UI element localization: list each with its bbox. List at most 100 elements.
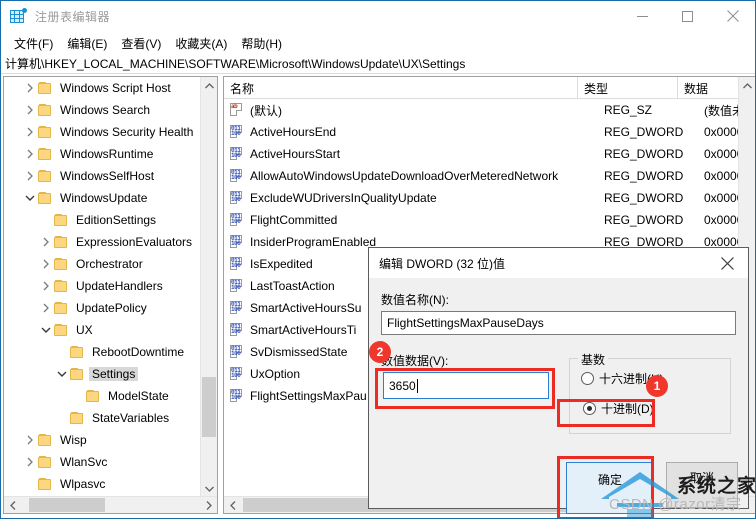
maximize-button[interactable] <box>665 1 710 32</box>
tree-item-label: Orchestrator <box>76 257 143 271</box>
tree-leaf-spacer <box>38 209 54 231</box>
tree-item-label: EditionSettings <box>76 213 157 227</box>
annotation-badge-2: 2 <box>369 341 391 363</box>
registry-tree-pane: Windows Script Host Windows Search Windows… <box>3 76 218 514</box>
tree-item-wlansvc[interactable]: WlanSvc <box>4 451 201 473</box>
tree-item-label: WlanSvc <box>60 455 108 469</box>
dword-value-icon: 011 100 <box>230 125 242 138</box>
chevron-right-icon[interactable] <box>38 253 54 275</box>
tree-scroll-up-icon[interactable] <box>201 77 217 94</box>
registry-value-row[interactable]: 011 100 FlightCommitted REG_DWORD 0x0000 <box>224 209 755 231</box>
folder-icon <box>38 148 52 160</box>
tree-item-settings[interactable]: Settings <box>4 363 201 385</box>
tree-item-label: ExpressionEvaluators <box>76 235 193 249</box>
folder-icon <box>38 478 52 490</box>
chevron-right-icon[interactable] <box>38 231 54 253</box>
tree-item-label: UX <box>76 323 93 337</box>
tree-hscroll-thumb[interactable] <box>29 497 105 512</box>
tree-item-wisp[interactable]: Wisp <box>4 429 201 451</box>
tree-item-windowsruntime[interactable]: WindowsRuntime <box>4 143 201 165</box>
list-scroll-up-icon[interactable] <box>739 77 755 94</box>
chevron-right-icon[interactable] <box>38 275 54 297</box>
chevron-down-icon[interactable] <box>38 319 54 341</box>
menu-bar: 文件(F) 编辑(E) 查看(V) 收藏夹(A) 帮助(H) <box>1 32 755 54</box>
menu-help[interactable]: 帮助(H) <box>234 33 289 54</box>
tree-item-ux[interactable]: UX <box>4 319 201 341</box>
tree-item-label: WindowsUpdate <box>60 191 148 205</box>
value-data-input[interactable]: 3650 <box>383 372 549 399</box>
list-column-headers: 名称 类型 数据 <box>224 77 755 99</box>
tree-scroll-left-icon[interactable] <box>4 497 21 514</box>
column-header-type[interactable]: 类型 <box>578 77 678 99</box>
menu-edit[interactable]: 编辑(E) <box>60 33 114 54</box>
registry-value-row[interactable]: ab (默认) REG_SZ (数值未 <box>224 99 755 121</box>
tree-item-windowsselfhost[interactable]: WindowsSelfHost <box>4 165 201 187</box>
registry-path: 计算机\HKEY_LOCAL_MACHINE\SOFTWARE\Microsof… <box>5 57 466 71</box>
chevron-right-icon[interactable] <box>22 165 38 187</box>
chevron-right-icon[interactable] <box>22 143 38 165</box>
registry-value-row[interactable]: 011 100 ActiveHoursStart REG_DWORD 0x0000 <box>224 143 755 165</box>
chevron-down-icon[interactable] <box>22 187 38 209</box>
folder-icon <box>54 214 68 226</box>
tree-scroll-thumb[interactable] <box>202 377 216 437</box>
folder-icon <box>54 280 68 292</box>
tree-item-windowsupdate[interactable]: WindowsUpdate <box>4 187 201 209</box>
tree-item-updatepolicy[interactable]: UpdatePolicy <box>4 297 201 319</box>
dword-value-icon: 011 100 <box>230 367 242 380</box>
value-type-cell: REG_DWORD <box>604 125 684 139</box>
dword-value-icon: 011 100 <box>230 323 242 336</box>
tree-vertical-scrollbar[interactable] <box>200 77 217 497</box>
chevron-right-icon[interactable] <box>22 121 38 143</box>
close-button[interactable] <box>710 1 755 32</box>
chevron-down-icon[interactable] <box>54 363 70 385</box>
registry-value-row[interactable]: 011 100 ActiveHoursEnd REG_DWORD 0x0000 <box>224 121 755 143</box>
edit-dword-dialog: 编辑 DWORD (32 位)值 数值名称(N): FlightSettings… <box>368 247 749 514</box>
tree-item-statevariables[interactable]: StateVariables <box>4 407 201 429</box>
dialog-close-button[interactable] <box>706 248 748 278</box>
registry-value-row[interactable]: 011 100 ExcludeWUDriversInQualityUpdate REG… <box>224 187 755 209</box>
tree-item-wlpasvc[interactable]: Wlpasvc <box>4 473 201 495</box>
value-name-text: FlightSettingsMaxPauseDays <box>387 316 544 330</box>
folder-icon <box>70 368 84 380</box>
tree-horizontal-scrollbar[interactable] <box>4 496 217 513</box>
chevron-right-icon[interactable] <box>22 99 38 121</box>
value-name-cell: ActiveHoursEnd <box>250 125 337 139</box>
menu-view[interactable]: 查看(V) <box>114 33 168 54</box>
tree-item-rebootdowntime[interactable]: RebootDowntime <box>4 341 201 363</box>
column-header-name[interactable]: 名称 <box>224 77 578 99</box>
watermark-credit: CSDN @razor清宗 <box>609 496 742 513</box>
value-name-cell: ActiveHoursStart <box>250 147 341 161</box>
radio-decimal[interactable]: 十进制(D) <box>583 400 654 417</box>
chevron-right-icon[interactable] <box>22 451 38 473</box>
value-name-label: 数值名称(N): <box>381 293 449 307</box>
folder-icon <box>54 236 68 248</box>
registry-tree[interactable]: Windows Script Host Windows Search Windows… <box>4 77 201 497</box>
chevron-right-icon[interactable] <box>22 77 38 99</box>
tree-item-windows-search[interactable]: Windows Search <box>4 99 201 121</box>
tree-scroll-right-icon[interactable] <box>200 497 217 514</box>
menu-file[interactable]: 文件(F) <box>7 33 60 54</box>
tree-item-expressionevaluators[interactable]: ExpressionEvaluators <box>4 231 201 253</box>
chevron-right-icon[interactable] <box>22 429 38 451</box>
address-bar[interactable]: 计算机\HKEY_LOCAL_MACHINE\SOFTWARE\Microsof… <box>1 54 755 74</box>
tree-item-orchestrator[interactable]: Orchestrator <box>4 253 201 275</box>
tree-leaf-spacer <box>22 473 38 495</box>
folder-icon <box>38 104 52 116</box>
tree-item-editionsettings[interactable]: EditionSettings <box>4 209 201 231</box>
tree-item-modelstate[interactable]: ModelState <box>4 385 201 407</box>
tree-item-updatehandlers[interactable]: UpdateHandlers <box>4 275 201 297</box>
tree-item-windows-script-host[interactable]: Windows Script Host <box>4 77 201 99</box>
value-type-cell: REG_DWORD <box>604 213 684 227</box>
registry-value-row[interactable]: 011 100 AllowAutoWindowsUpdateDownloadOver… <box>224 165 755 187</box>
dword-value-icon: 011 100 <box>230 235 242 248</box>
tree-scroll-down-icon[interactable] <box>201 480 217 497</box>
chevron-right-icon[interactable] <box>38 297 54 319</box>
value-name-input[interactable]: FlightSettingsMaxPauseDays <box>381 311 736 335</box>
folder-icon <box>38 192 52 204</box>
menu-favorites[interactable]: 收藏夹(A) <box>168 33 234 54</box>
list-scroll-left-icon[interactable] <box>224 497 241 514</box>
tree-item-windows-security-health[interactable]: Windows Security Health <box>4 121 201 143</box>
value-type-cell: REG_SZ <box>604 103 653 117</box>
dword-value-icon: 011 100 <box>230 191 242 204</box>
minimize-button[interactable] <box>620 1 665 32</box>
